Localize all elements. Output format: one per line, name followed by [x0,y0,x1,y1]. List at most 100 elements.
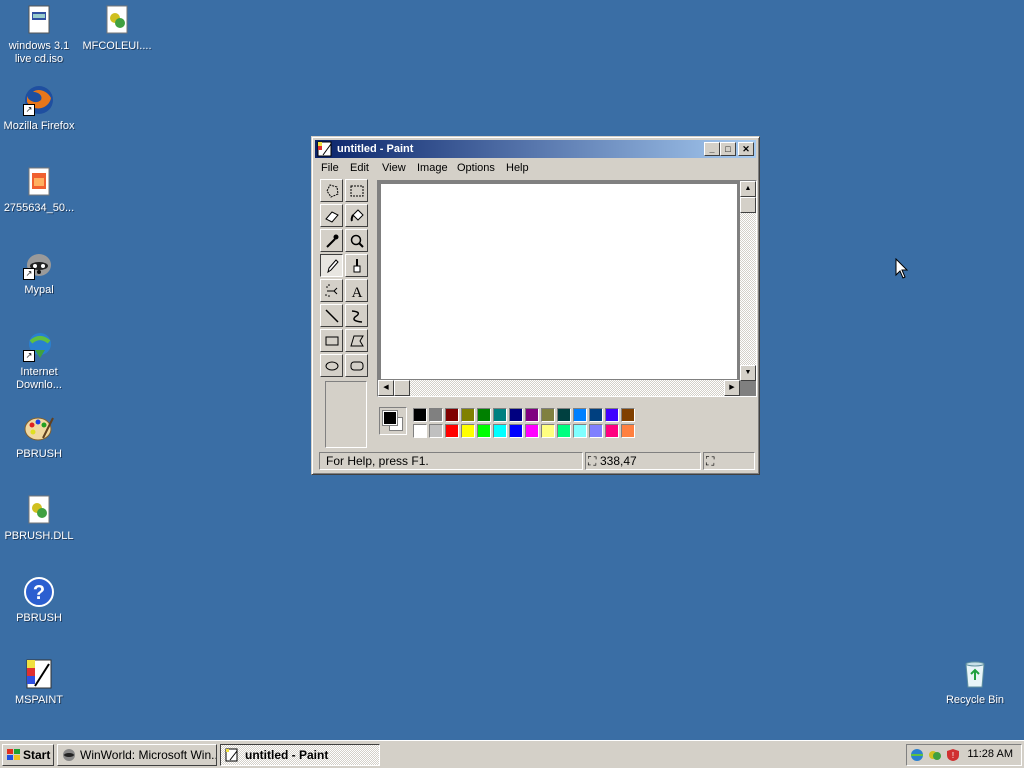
security-shield-icon[interactable]: ! [945,748,961,765]
tool-text[interactable]: A [345,279,368,302]
color-swatch[interactable] [493,408,507,422]
tool-fill[interactable] [345,204,368,227]
desktop-icon-mypal[interactable]: ↗ Mypal [1,248,77,297]
desktop-icon-label: PBRUSH.DLL [4,530,74,542]
tool-rectangle-select[interactable] [345,179,368,202]
tool-polygon[interactable] [345,329,368,352]
color-swatch[interactable] [509,424,523,438]
color-swatch[interactable] [525,408,539,422]
desktop-icon-label: Mypal [24,284,54,296]
tool-options-box[interactable] [325,381,367,448]
color-swatch[interactable] [605,408,619,422]
mspaint-icon [23,658,55,690]
drawing-canvas[interactable] [381,184,737,379]
color-swatch[interactable] [477,408,491,422]
desktop-icon-label: 2755634_50... [3,202,75,214]
current-colors[interactable] [379,407,407,435]
foreground-color [382,410,398,426]
menu-edit[interactable]: Edit [350,162,369,174]
color-swatch[interactable] [605,424,619,438]
tool-curve[interactable] [345,304,368,327]
color-swatch[interactable] [461,424,475,438]
menu-file[interactable]: File [321,162,339,174]
desktop-icon-pbrush-help[interactable]: ? PBRUSH [1,576,77,625]
desktop-icon-mspaint[interactable]: MSPAINT [1,658,77,707]
horizontal-scrollbar[interactable]: ◀ ▶ [378,380,740,396]
color-swatch[interactable] [573,408,587,422]
desktop-icon-pbrush-palette[interactable]: PBRUSH [1,412,77,461]
taskbar-item-label: untitled - Paint [245,748,329,762]
color-swatch[interactable] [413,408,427,422]
color-swatch[interactable] [445,424,459,438]
paint-window: untitled - Paint _ □ ✕ File Edit View Im… [311,136,760,475]
desktop-icon-firefox[interactable]: ↗ Mozilla Firefox [1,84,77,133]
maximize-button[interactable]: □ [720,142,736,156]
color-swatch[interactable] [557,424,571,438]
color-swatch[interactable] [541,408,555,422]
desktop-icon-recycle-bin[interactable]: Recycle Bin [937,658,1013,707]
desktop-icon-windows-iso[interactable]: windows 3.1 live cd.iso [1,4,77,66]
taskbar-item-winworld[interactable]: WinWorld: Microsoft Win... [57,744,217,766]
scroll-right-button[interactable]: ▶ [724,380,740,396]
start-button[interactable]: Start [2,744,54,766]
desktop-icon-label: PBRUSH [16,448,62,460]
scroll-left-button[interactable]: ◀ [378,380,394,396]
scroll-up-button[interactable]: ▲ [740,181,756,197]
desktop-icon-internet-download-manager[interactable]: ↗ Internet Downlo... [1,330,77,392]
tool-magnifier[interactable] [345,229,368,252]
taskbar-item-paint[interactable]: untitled - Paint [220,744,380,766]
ellipse-icon [325,361,338,370]
menu-bar: File Edit View Image Options Help [315,159,756,177]
desktop-icon-label: MFCOLEUI.... [82,40,152,52]
color-swatch[interactable] [573,424,587,438]
tool-pick-color[interactable] [320,229,343,252]
tool-pencil[interactable] [320,254,343,277]
tool-line[interactable] [320,304,343,327]
color-swatch[interactable] [461,408,475,422]
tool-rounded-rectangle[interactable] [345,354,368,377]
arrow-right-icon: ▶ [729,384,735,391]
tool-eraser[interactable] [320,204,343,227]
window-titlebar[interactable]: untitled - Paint _ □ ✕ [315,140,756,158]
vertical-scroll-thumb[interactable] [740,197,756,213]
dll-tray-icon[interactable] [927,748,943,765]
desktop-icon-pbrush-dll[interactable]: PBRUSH.DLL [1,494,77,543]
color-swatch[interactable] [557,408,571,422]
scroll-down-button[interactable]: ▼ [740,365,756,381]
vertical-scrollbar[interactable]: ▲ ▼ [740,181,756,381]
menu-options[interactable]: Options [457,162,495,174]
pencil-icon [326,258,339,273]
tool-rectangle[interactable] [320,329,343,352]
menu-view[interactable]: View [382,162,406,174]
desktop-icon-image-file[interactable]: 2755634_50... [1,166,77,215]
clock[interactable]: 11:28 AM [967,748,1013,760]
color-swatch[interactable] [429,408,443,422]
color-swatch[interactable] [477,424,491,438]
tool-airbrush[interactable] [320,279,343,302]
close-button[interactable]: ✕ [738,142,754,156]
color-swatch[interactable] [541,424,555,438]
desktop-icon-mfcoleui[interactable]: MFCOLEUI.... [79,4,155,53]
arrow-left-icon: ◀ [383,384,389,391]
color-swatch[interactable] [509,408,523,422]
image-file-icon [23,166,55,198]
menu-help[interactable]: Help [506,162,529,174]
tool-brush[interactable] [345,254,368,277]
tool-free-form-select[interactable] [320,179,343,202]
horizontal-scroll-thumb[interactable] [394,380,410,396]
minimize-button[interactable]: _ [704,142,720,156]
color-swatch[interactable] [621,424,635,438]
tool-ellipse[interactable] [320,354,343,377]
network-icon[interactable] [909,748,925,765]
color-swatch[interactable] [429,424,443,438]
color-swatch[interactable] [589,408,603,422]
menu-image[interactable]: Image [417,162,448,174]
color-swatch[interactable] [493,424,507,438]
color-swatch[interactable] [621,408,635,422]
color-swatch[interactable] [413,424,427,438]
internet-download-manager-icon: ↗ [23,330,55,362]
color-swatch[interactable] [445,408,459,422]
color-swatch[interactable] [589,424,603,438]
dll-file-icon [101,4,133,36]
color-swatch[interactable] [525,424,539,438]
